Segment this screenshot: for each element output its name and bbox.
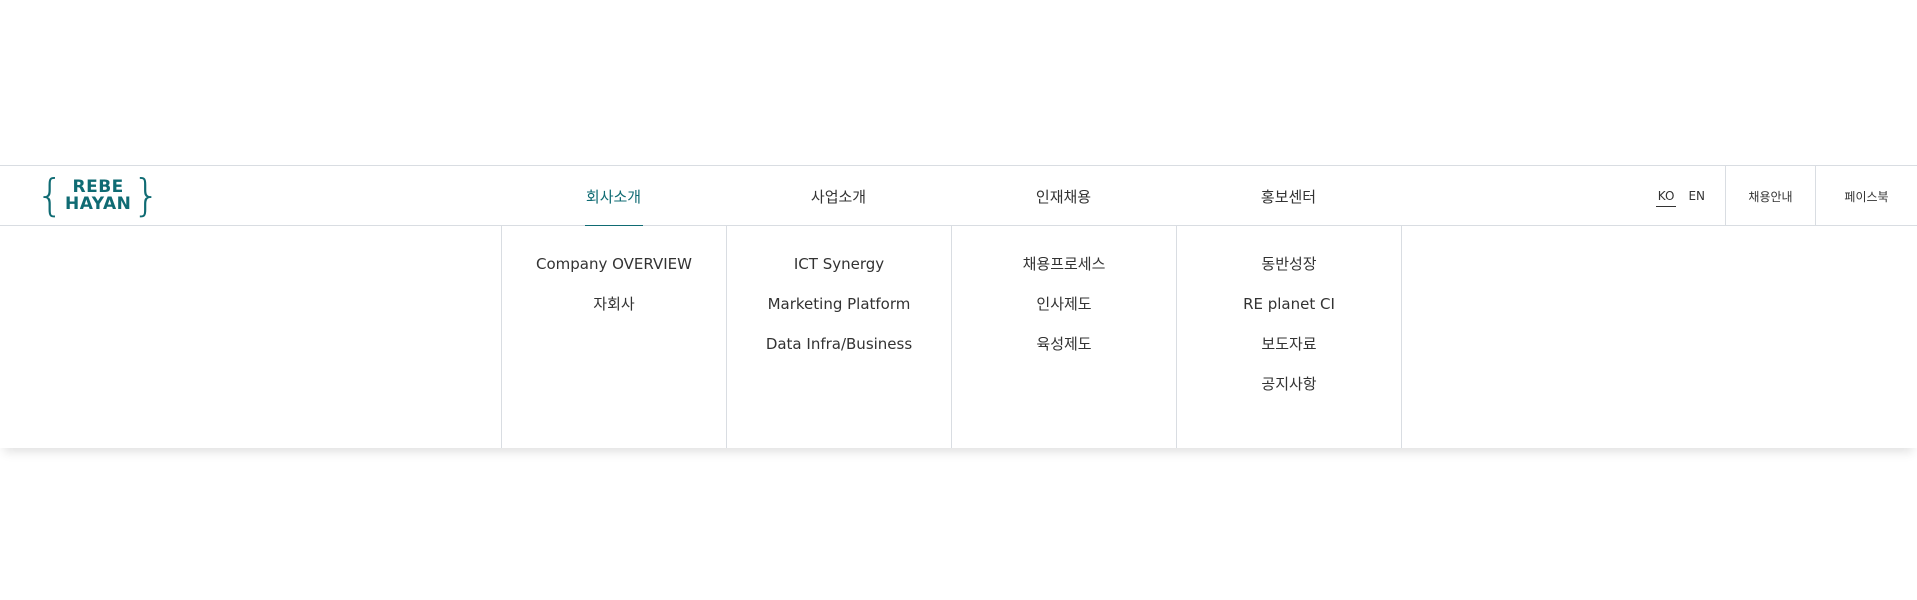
submenu-link[interactable]: Data Infra/Business [766,334,912,354]
nav-item-label: 사업소개 [810,187,867,206]
submenu-link[interactable]: 인사제도 [1036,294,1091,314]
logo-brace-left: { [36,170,64,221]
submenu-link[interactable]: 채용프로세스 [1023,254,1106,274]
nav-item-pr-center[interactable]: 홍보센터 [1176,166,1401,226]
submenu-link[interactable]: Marketing Platform [768,294,911,314]
nav-item-business[interactable]: 사업소개 [726,166,951,226]
mega-menu-panel: Company OVERVIEW 자회사 ICT Synergy Marketi… [0,226,1917,448]
submenu-link[interactable]: 육성제도 [1036,334,1091,354]
utility-menu: KO EN 채용안내 페이스북 [1655,166,1917,226]
nav-item-recruit[interactable]: 인재채용 [951,166,1176,226]
nav-item-label: 인재채용 [1035,187,1092,206]
nav-item-company[interactable]: 회사소개 [501,166,726,227]
site-header: { REBE HAYAN } 회사소개 사업소개 인재채용 홍보센터 KO EN… [0,165,1917,227]
nav-item-label: 회사소개 [585,187,642,206]
submenu-column-business: ICT Synergy Marketing Platform Data Infr… [727,226,952,448]
submenu-link[interactable]: 공지사항 [1261,374,1316,394]
submenu-link[interactable]: ICT Synergy [794,254,884,274]
submenu-column-pr-center: 동반성장 RE planet CI 보도자료 공지사항 [1177,226,1402,448]
submenu-columns: Company OVERVIEW 자회사 ICT Synergy Marketi… [501,226,1402,448]
recruit-info-link[interactable]: 채용안내 [1725,166,1815,226]
submenu-link[interactable]: 자회사 [593,294,634,314]
submenu-link[interactable]: 보도자료 [1261,334,1316,354]
submenu-column-company: Company OVERVIEW 자회사 [502,226,727,448]
lang-ko-link[interactable]: KO [1655,186,1677,207]
nav-item-label: 홍보센터 [1260,187,1317,206]
submenu-link[interactable]: 동반성장 [1261,254,1316,274]
logo-line-2: HAYAN [65,194,132,214]
logo-wordmark: REBE HAYAN [65,179,131,213]
submenu-link[interactable]: RE planet CI [1243,294,1335,314]
facebook-link[interactable]: 페이스북 [1815,166,1917,226]
logo[interactable]: { REBE HAYAN } [36,170,160,221]
logo-brace-right: } [132,170,161,221]
submenu-column-recruit: 채용프로세스 인사제도 육성제도 [952,226,1177,448]
language-switcher: KO EN [1655,166,1725,226]
lang-en-link[interactable]: EN [1686,186,1707,206]
submenu-link[interactable]: Company OVERVIEW [536,254,692,274]
main-nav: 회사소개 사업소개 인재채용 홍보센터 [501,166,1401,227]
